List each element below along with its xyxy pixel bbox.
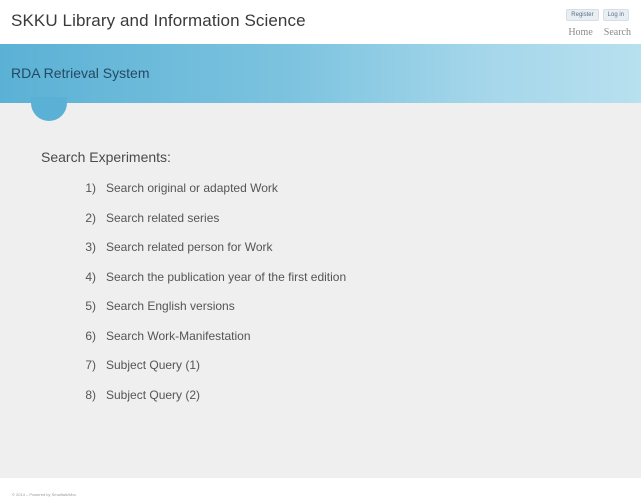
banner-tab-decoration [31,97,67,121]
experiment-link[interactable]: Subject Query (2) [106,388,200,402]
main-content: Search Experiments: 1) Search original o… [0,97,641,478]
site-header: SKKU Library and Information Science Reg… [0,0,641,44]
experiment-link[interactable]: Search Work-Manifestation [106,329,251,343]
experiment-number: 6) [85,329,96,343]
site-title: SKKU Library and Information Science [11,11,306,30]
footer-copyright: © 2014 – Powered by Smalltalk/Mvc [12,492,77,497]
experiment-link[interactable]: Search related person for Work [106,240,273,254]
nav-search-link[interactable]: Search [604,27,631,38]
experiment-number: 7) [85,358,96,372]
experiment-number: 5) [85,299,96,313]
login-button[interactable]: Log in [602,9,629,21]
experiment-link[interactable]: Search English versions [106,299,235,313]
page-title: RDA Retrieval System [11,65,150,81]
register-button[interactable]: Register [566,9,599,21]
experiment-link[interactable]: Search related series [106,211,219,225]
experiment-number: 8) [85,388,96,402]
experiment-number: 4) [85,270,96,284]
experiment-number: 1) [85,181,96,195]
nav-home-link[interactable]: Home [568,27,592,38]
banner: RDA Retrieval System [0,44,641,103]
experiment-link[interactable]: Search the publication year of the first… [106,270,346,284]
experiment-link[interactable]: Subject Query (1) [106,358,200,372]
experiment-number: 3) [85,240,96,254]
experiment-link[interactable]: Search original or adapted Work [106,181,278,195]
top-nav: Home Search [568,27,631,38]
site-footer: © 2014 – Powered by Smalltalk/Mvc [0,478,641,503]
experiment-number: 2) [85,211,96,225]
section-heading: Search Experiments: [41,149,171,165]
page: SKKU Library and Information Science Reg… [0,0,641,503]
account-links: Register Log in [566,9,629,21]
